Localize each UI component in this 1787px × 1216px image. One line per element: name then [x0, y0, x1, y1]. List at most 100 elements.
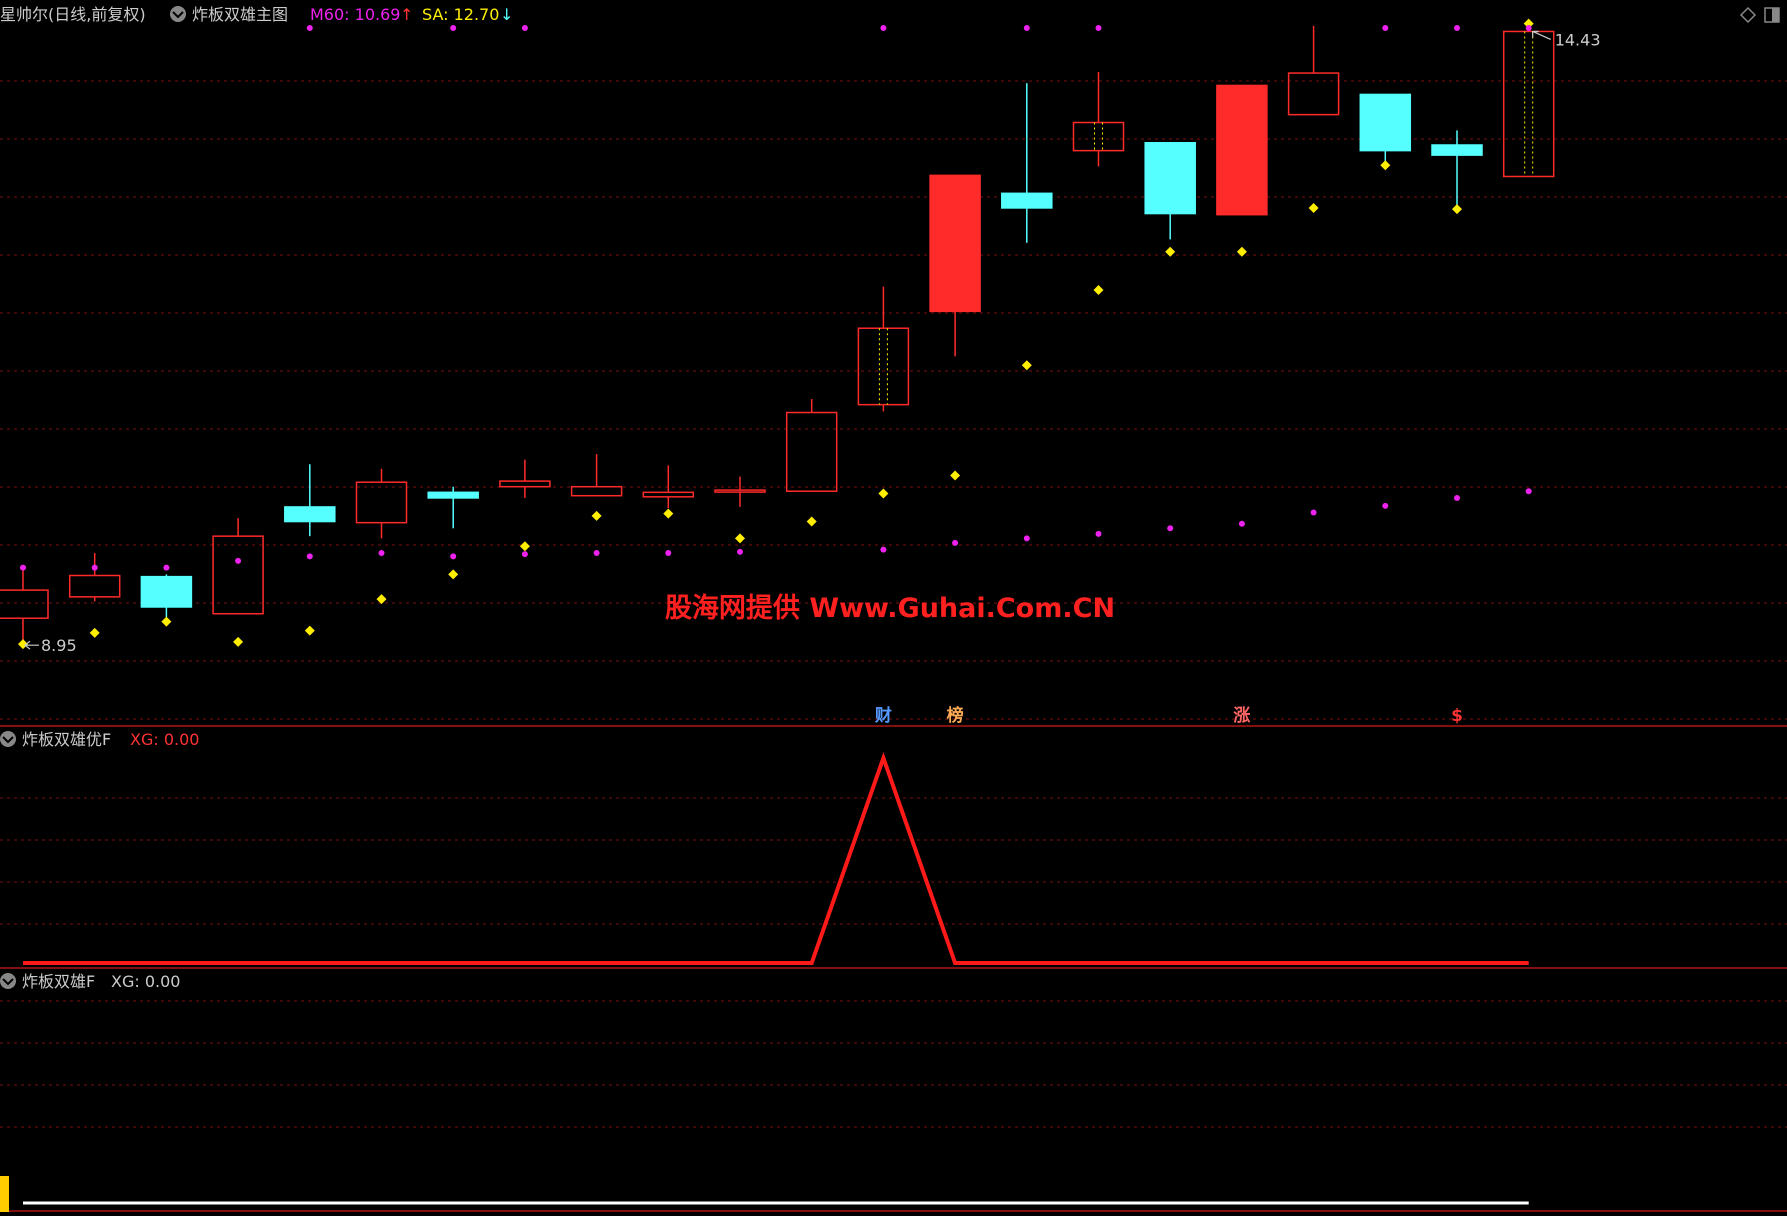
candle-body [785, 411, 838, 492]
sa-dot [519, 541, 530, 552]
candle [642, 465, 695, 509]
m60-dot [1382, 502, 1389, 509]
candle [714, 476, 766, 507]
candle-body [499, 480, 551, 488]
sa-label: SA: 12.70 [422, 5, 499, 24]
signal-marker: 财 [874, 705, 892, 726]
sa-dot [161, 616, 172, 627]
m60-top-dot [1382, 25, 1389, 31]
m60-dot [521, 551, 528, 558]
m60-dot [1238, 520, 1245, 527]
sa-dot [663, 508, 674, 519]
candle-body [0, 589, 49, 619]
sa-dot [304, 625, 315, 636]
m60-dot [1023, 535, 1030, 542]
candle [570, 454, 623, 497]
candle [1359, 93, 1412, 163]
m60-top-dot [306, 25, 313, 31]
candle [929, 174, 981, 357]
candle [857, 286, 910, 412]
sa-dot [89, 627, 100, 638]
candle [1072, 71, 1125, 167]
m60-top-dot [1023, 25, 1030, 31]
candle-body [1216, 84, 1268, 216]
candlestick-series [0, 25, 1555, 646]
m60-dot [593, 550, 600, 557]
m60-dot [1310, 509, 1317, 516]
m60-dot [235, 557, 242, 564]
m60-dot [665, 550, 672, 557]
m60-dot [450, 553, 457, 560]
pane2-title: 炸板双雄优F [22, 730, 111, 749]
candle [427, 486, 479, 529]
m60-dot [1454, 494, 1460, 501]
candle-body [355, 481, 408, 524]
sa-dot [448, 569, 459, 580]
sa-dot [806, 516, 817, 527]
stock-chart[interactable]: 星帅尔(日线,前复权) 炸板双雄主图 M60: 10.69 ↑ SA: 12.7… [0, 0, 1787, 1212]
sa-dot [1308, 202, 1319, 213]
pane-dividers [0, 725, 1787, 1212]
pane2-xg-line [23, 751, 1529, 965]
m60-top-dot [521, 25, 528, 31]
sa-dot [735, 533, 745, 544]
diamond-icon[interactable] [1739, 6, 1757, 24]
candle-body [929, 174, 981, 313]
sa-dot [1165, 246, 1176, 257]
sa-dot [591, 510, 602, 521]
pane2-collapse-icon[interactable] [0, 731, 16, 747]
m60-dot [91, 564, 98, 571]
candle [140, 574, 193, 618]
m60-dot [378, 550, 385, 557]
sa-dot [878, 488, 889, 499]
main-title: 星帅尔(日线,前复权) [0, 5, 146, 24]
panel-toggle-icon[interactable] [1764, 7, 1780, 23]
m60-arrow: ↑ [400, 5, 413, 24]
high-price-label: 14.43 [1555, 30, 1601, 49]
pane2-value-label: XG: 0.00 [130, 730, 199, 749]
m60-top-dot [1095, 25, 1102, 31]
m60-dot [737, 548, 743, 555]
candle [0, 568, 49, 646]
candle-body [68, 574, 121, 598]
signal-markers: 财 榜 涨 $ [874, 705, 1463, 726]
candle-body [570, 485, 623, 497]
m60-dot [1167, 525, 1174, 532]
candle-body [1001, 192, 1053, 209]
candle-body [427, 491, 479, 499]
indicator-dots [18, 18, 1534, 650]
candle [499, 459, 551, 498]
candle-body [714, 489, 766, 493]
candle [1287, 25, 1340, 116]
low-price-label: 8.95 [41, 636, 77, 655]
candle-body [1287, 72, 1340, 116]
pane3-value-label: XG: 0.00 [111, 972, 180, 991]
candle [1001, 83, 1053, 243]
m60-dot [306, 553, 313, 560]
sa-arrow: ↓ [500, 5, 513, 24]
candle [1431, 130, 1483, 207]
m60-dot [20, 564, 26, 571]
candle [284, 464, 336, 537]
pane3-title: 炸板双雄F [22, 972, 95, 991]
m60-dot [1095, 530, 1102, 537]
chart-canvas[interactable]: 星帅尔(日线,前复权) 炸板双雄主图 M60: 10.69 ↑ SA: 12.7… [0, 0, 1787, 1212]
candle-body [1502, 30, 1555, 178]
m60-dot [880, 546, 887, 553]
scrollbar-handle[interactable] [0, 1176, 9, 1212]
candle [1216, 84, 1268, 216]
candle-body [284, 506, 336, 523]
sa-dot [1236, 246, 1247, 257]
signal-marker: $ [1451, 706, 1463, 726]
sa-dot [233, 636, 244, 647]
candle-body [1359, 93, 1412, 152]
pane3-collapse-icon[interactable] [0, 973, 16, 989]
main-pane-collapse-icon[interactable] [170, 6, 186, 22]
sa-dot [1380, 160, 1391, 171]
sa-dot [950, 470, 961, 481]
candle [212, 518, 264, 615]
candle-body [1431, 144, 1483, 156]
low-price-arrow [24, 640, 39, 650]
sa-dot [1452, 204, 1462, 215]
candle [68, 553, 121, 602]
